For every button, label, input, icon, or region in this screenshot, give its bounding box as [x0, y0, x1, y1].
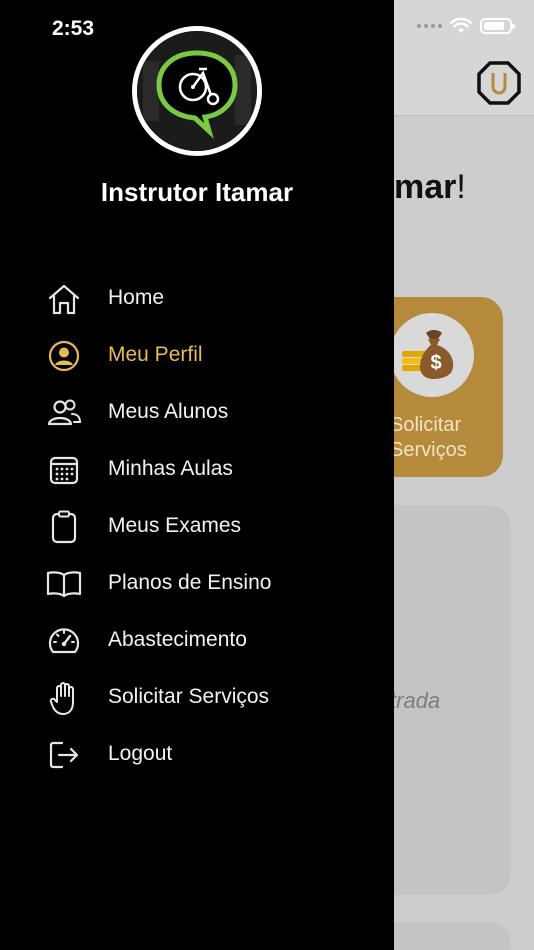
profile-name: Instrutor Itamar: [100, 177, 294, 207]
profile-avatar[interactable]: [132, 26, 262, 156]
panel-placeholder-text: trada: [390, 688, 441, 713]
greeting-name-fragment: mar: [394, 168, 457, 206]
wifi-icon: [450, 18, 472, 33]
menu-item-label: Meus Exames: [108, 514, 242, 537]
book-icon: [46, 567, 82, 601]
menu-item-meus-alunos[interactable]: Meus Alunos: [0, 384, 394, 441]
money-bag-icon: $: [390, 313, 474, 397]
menu-item-minhas-aulas[interactable]: Minhas Aulas: [0, 441, 394, 498]
battery-icon: [480, 18, 515, 34]
menu-item-label: Meu Perfil: [108, 343, 203, 366]
greeting-punct: !: [456, 168, 466, 206]
menu-item-label: Planos de Ensino: [108, 571, 272, 594]
gauge-icon: [46, 624, 82, 658]
drawer-menu: Home Meu Perfil Meus Alunos Minhas Aulas: [0, 270, 394, 783]
menu-item-label: Meus Alunos: [108, 400, 229, 423]
status-bar-icons: [417, 18, 515, 34]
greeting-text: mar!: [394, 168, 466, 207]
home-icon: [46, 282, 82, 316]
hand-icon: [46, 681, 82, 715]
calendar-icon: [46, 453, 82, 487]
navigation-drawer: 2:53 Instrutor Itamar Home Meu Perfil Me…: [0, 0, 394, 950]
bicycle-logo-icon: [137, 31, 257, 151]
app-logo-badge-icon[interactable]: [476, 60, 522, 106]
service-card-label: Solicitar Serviços: [390, 414, 467, 461]
user-circle-icon: [46, 339, 82, 373]
status-time: 2:53: [52, 17, 95, 40]
menu-item-label: Solicitar Serviços: [108, 685, 270, 708]
menu-item-label: Logout: [108, 742, 173, 765]
menu-item-abastecimento[interactable]: Abastecimento: [0, 612, 394, 669]
menu-item-meus-exames[interactable]: Meus Exames: [0, 498, 394, 555]
menu-item-planos-de-ensino[interactable]: Planos de Ensino: [0, 555, 394, 612]
menu-item-solicitar-servicos[interactable]: Solicitar Serviços: [0, 669, 394, 726]
logout-icon: [46, 738, 82, 772]
signal-icon: [417, 24, 442, 28]
menu-item-label: Abastecimento: [108, 628, 247, 651]
svg-text:$: $: [430, 352, 441, 374]
menu-item-home[interactable]: Home: [0, 270, 394, 327]
menu-item-logout[interactable]: Logout: [0, 726, 394, 783]
menu-item-meu-perfil[interactable]: Meu Perfil: [0, 327, 394, 384]
users-icon: [46, 396, 82, 430]
menu-item-label: Minhas Aulas: [108, 457, 233, 480]
clipboard-icon: [46, 510, 82, 544]
menu-item-label: Home: [108, 286, 165, 309]
